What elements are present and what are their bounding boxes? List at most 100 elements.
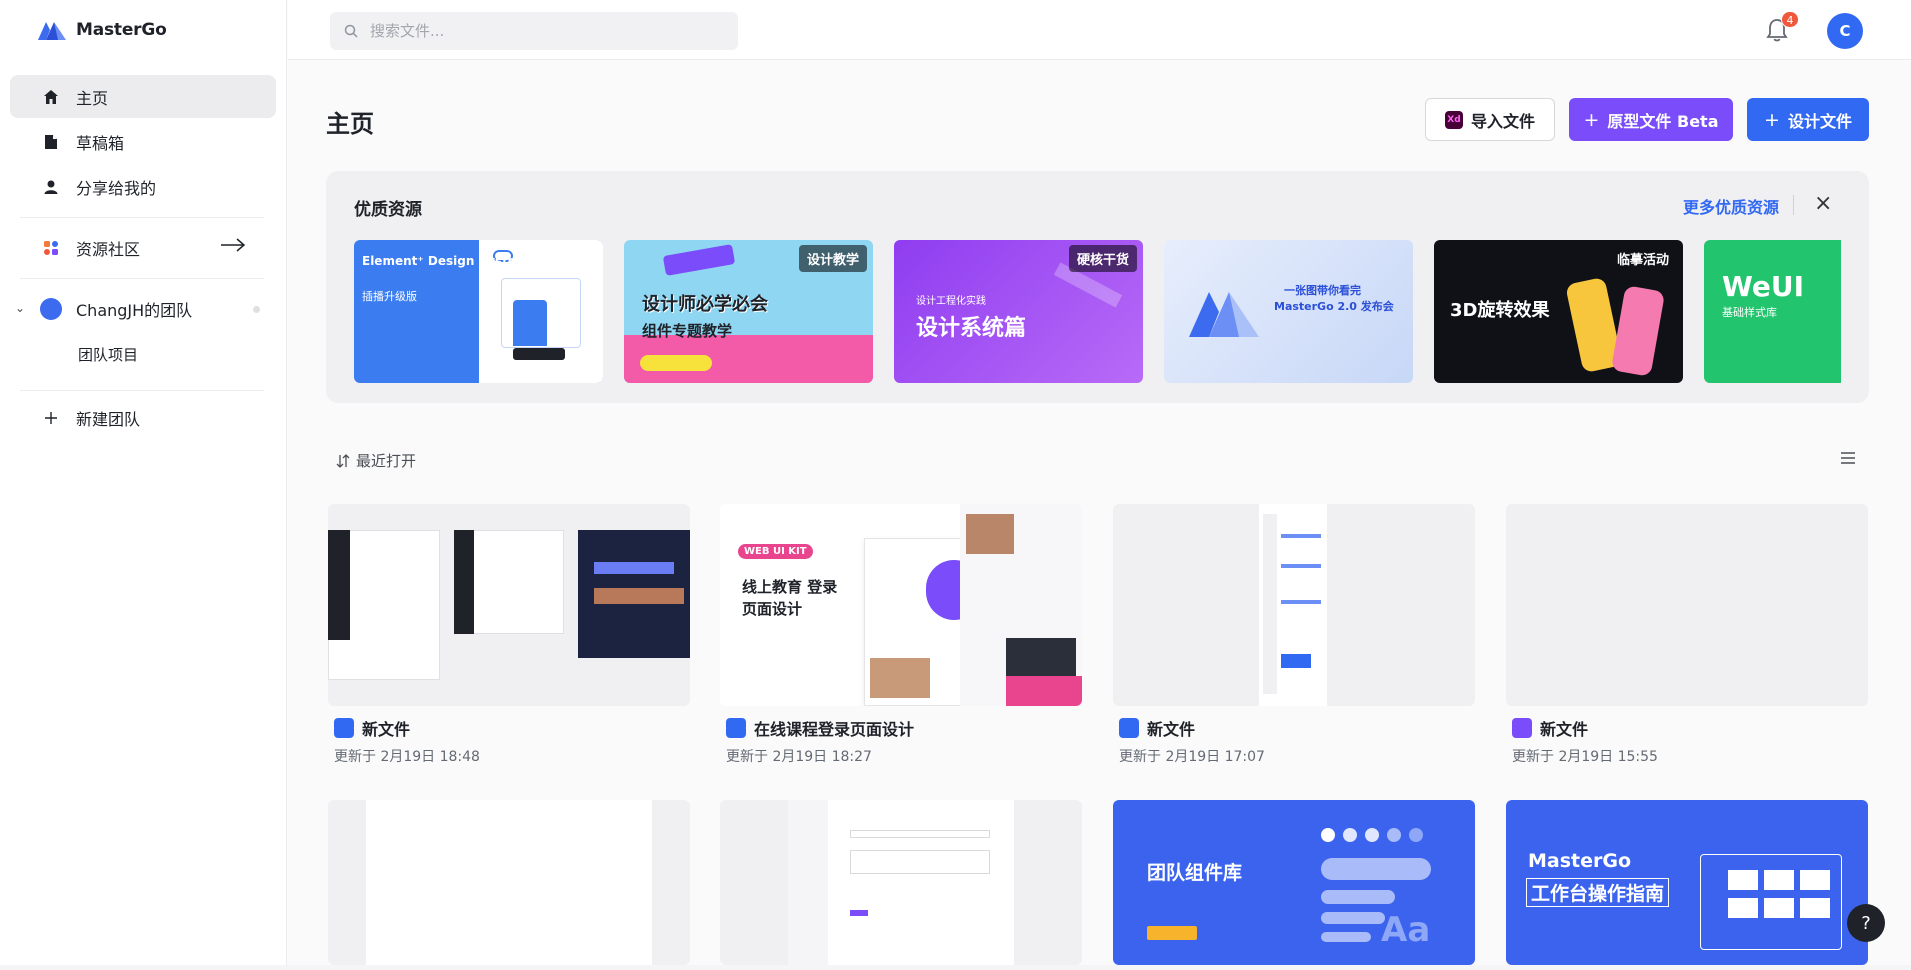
file-card[interactable] [328, 800, 690, 965]
topbar: 4 C [288, 0, 1911, 60]
card-subtitle: 组件专题教学 [642, 322, 733, 340]
card-subtitle: 基础样式库 [1722, 306, 1777, 319]
sidebar-item-label: 草稿箱 [76, 133, 125, 153]
search-input[interactable] [370, 22, 710, 40]
card-title: 设计师必学必会 [642, 294, 768, 315]
file-thumbnail: WEB UI KIT 线上教育 登录页面设计 [720, 504, 1082, 706]
card-tag: 临摹活动 [1616, 253, 1669, 268]
file-name-row: 在线课程登录页面设计 [720, 716, 1082, 740]
sidebar-item-community[interactable]: 资源社区 [10, 226, 276, 269]
mastergo-logo-icon [38, 22, 66, 40]
help-button[interactable]: ? [1847, 904, 1885, 942]
card-title: 一张图带你看完 [1284, 284, 1361, 297]
card-subtitle: 设计工程化实践 [916, 296, 986, 307]
notification-badge: 4 [1781, 11, 1799, 28]
resources-title: 优质资源 [354, 200, 422, 220]
import-file-button[interactable]: Xd 导入文件 [1425, 98, 1555, 141]
file-card[interactable]: WEB UI KIT 线上教育 登录页面设计 在线课程登录页面设计 更新于 2月… [720, 504, 1082, 766]
team-status-dot [253, 306, 260, 313]
sidebar-team[interactable]: ⌄ ChangJH的团队 [10, 289, 276, 329]
file-thumbnail [1113, 504, 1475, 706]
search-icon [344, 24, 358, 38]
sidebar-divider [20, 278, 264, 279]
new-prototype-button[interactable]: + 原型文件 Beta [1569, 98, 1733, 141]
file-name: 新文件 [1540, 720, 1589, 739]
plus-icon: + [1583, 108, 1600, 131]
sidebar-divider [20, 217, 264, 218]
file-updated: 更新于 2月19日 18:27 [726, 749, 872, 765]
app-name: MasterGo [76, 20, 167, 40]
arrow-right-icon [220, 237, 246, 257]
file-card[interactable] [720, 800, 1082, 965]
new-design-button[interactable]: + 设计文件 [1747, 98, 1869, 141]
mastergo-logo-icon [1189, 292, 1259, 337]
resources-panel: 优质资源 更多优质资源 × Element⁺ Design System 插播升… [326, 171, 1869, 403]
card-title: Element⁺ Design System [362, 254, 529, 268]
resource-card[interactable]: 设计师必学必会 组件专题教学 设计教学 [624, 240, 873, 383]
file-card[interactable]: 新文件 更新于 2月19日 17:07 [1113, 504, 1475, 766]
card-title: 3D旋转效果 [1450, 300, 1550, 321]
file-thumbnail [1506, 504, 1868, 706]
sidebar-item-new-team[interactable]: 新建团队 [10, 396, 276, 439]
file-updated: 更新于 2月19日 15:55 [1512, 749, 1658, 765]
divider [1793, 195, 1794, 215]
file-name-row: 新文件 [1506, 716, 1868, 740]
logo[interactable]: MasterGo [36, 18, 167, 42]
search-box[interactable] [330, 12, 738, 50]
recent-sort[interactable]: 最近打开 [336, 450, 416, 471]
sidebar: MasterGo 主页 草稿箱 分享给我的 资源社区 ⌄ ChangJH的团队 … [0, 0, 287, 970]
card-tag: 设计教学 [798, 245, 867, 272]
file-name: 新文件 [362, 720, 411, 739]
file-thumbnail: MasterGo 工作台操作指南 [1506, 800, 1868, 965]
prototype-label: 原型文件 Beta [1607, 111, 1719, 131]
thumb-text: WEB UI KIT [738, 544, 813, 559]
sidebar-item-label: 主页 [76, 88, 109, 108]
resource-card[interactable]: 一张图带你看完 MasterGo 2.0 发布会 [1164, 240, 1413, 383]
sidebar-item-label: 资源社区 [76, 239, 141, 259]
design-file-icon [334, 718, 354, 738]
card-title: 设计系统篇 [916, 316, 1027, 341]
file-name-row: 新文件 [1113, 716, 1475, 740]
sidebar-item-home[interactable]: 主页 [10, 75, 276, 118]
xd-icon: Xd [1444, 110, 1463, 129]
resource-card[interactable]: WeUI 基础样式库 [1704, 240, 1841, 383]
file-card[interactable]: 团队组件库 Aa [1113, 800, 1475, 965]
sidebar-item-shared[interactable]: 分享给我的 [10, 165, 276, 208]
design-label: 设计文件 [1787, 111, 1852, 131]
thumb-text: 线上教育 登录页面设计 [742, 578, 838, 618]
card-subtitle: MasterGo 2.0 发布会 [1274, 300, 1394, 313]
close-icon[interactable]: × [1814, 191, 1832, 216]
file-card[interactable]: MasterGo 工作台操作指南 [1506, 800, 1868, 965]
file-updated: 更新于 2月19日 17:07 [1119, 749, 1265, 765]
import-label: 导入文件 [1470, 111, 1535, 131]
chevron-down-icon[interactable]: ⌄ [15, 301, 25, 315]
thumb-text: MasterGo [1528, 850, 1632, 872]
sidebar-item-label: 分享给我的 [76, 178, 157, 198]
card-tag: 硬核干货 [1068, 245, 1137, 272]
page-title: 主页 [326, 110, 374, 138]
resource-card[interactable]: 3D旋转效果 临摹活动 [1434, 240, 1683, 383]
user-icon [42, 178, 60, 196]
avatar[interactable]: C [1827, 13, 1863, 49]
file-card[interactable]: 新文件 更新于 2月19日 18:48 [328, 504, 690, 766]
file-card[interactable]: 新文件 更新于 2月19日 15:55 [1506, 504, 1868, 766]
design-file-icon [1119, 718, 1139, 738]
card-subtitle: 插播升级版 [362, 290, 417, 303]
sidebar-item-team-projects[interactable]: 团队项目 [78, 344, 138, 365]
prototype-file-icon [1512, 718, 1532, 738]
more-resources-link[interactable]: 更多优质资源 [1683, 194, 1779, 218]
team-name: ChangJH的团队 [76, 301, 193, 320]
file-thumbnail [328, 800, 690, 965]
home-icon [42, 88, 60, 106]
sidebar-item-label: 新建团队 [76, 409, 141, 429]
file-thumbnail [720, 800, 1082, 965]
file-name-row: 新文件 [328, 716, 690, 740]
file-name: 新文件 [1147, 720, 1196, 739]
plus-icon: + [1764, 108, 1780, 131]
list-view-icon[interactable] [1840, 450, 1856, 466]
card-title: WeUI [1722, 270, 1805, 303]
resource-card[interactable]: 设计工程化实践 设计系统篇 硬核干货 [894, 240, 1143, 383]
thumb-text: 团队组件库 [1147, 862, 1243, 884]
resource-card[interactable]: Element⁺ Design System 插播升级版 [354, 240, 603, 383]
sidebar-item-drafts[interactable]: 草稿箱 [10, 120, 276, 163]
